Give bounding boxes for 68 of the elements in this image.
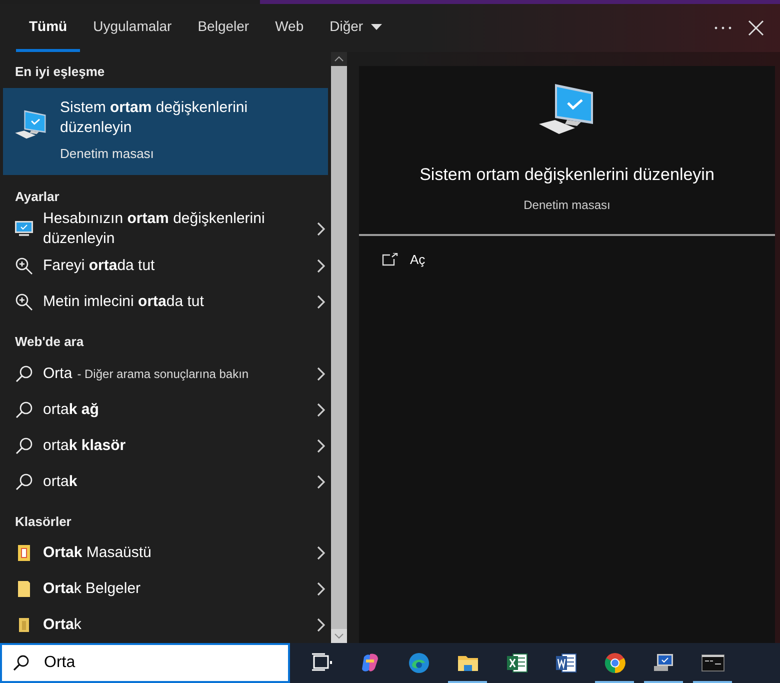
result-title: ortak ağ xyxy=(43,400,99,420)
chevron-right-icon xyxy=(317,546,325,560)
result-title: Orta xyxy=(43,364,72,384)
chevron-right-icon xyxy=(317,438,325,452)
result-item[interactable]: Ortak Masaüstü xyxy=(0,535,331,571)
chevron-right-icon xyxy=(317,402,325,416)
result-item[interactable]: Hesabınızın ortam değişkenlerini düzenleyin xyxy=(0,210,331,248)
result-title: Ortak Masaüstü xyxy=(43,543,152,563)
zoom-in-icon xyxy=(15,257,33,275)
open-external-icon xyxy=(382,252,398,266)
chevron-right-icon xyxy=(317,618,325,632)
browser-icon xyxy=(602,651,626,675)
preview-subtitle: Denetim masası xyxy=(524,196,610,214)
chevron-right-icon xyxy=(317,295,325,309)
result-item[interactable]: ortak klasör xyxy=(0,428,331,464)
chevron-right-icon xyxy=(317,222,325,236)
result-title: ortak xyxy=(43,472,78,492)
result-item[interactable]: Ortak xyxy=(0,607,331,643)
computer-icon xyxy=(14,108,48,142)
result-title: Sistem ortam değişkenlerini düzenleyin xyxy=(60,98,249,138)
document-icon xyxy=(554,651,578,675)
open-action[interactable]: Aç xyxy=(359,236,775,283)
zoom-in-icon xyxy=(15,293,33,311)
result-subtitle: Denetim masası xyxy=(60,144,155,162)
close-icon[interactable] xyxy=(748,20,764,36)
result-item[interactable]: Ortak Belgeler xyxy=(0,571,331,607)
more-icon[interactable] xyxy=(714,26,732,30)
chevron-right-icon xyxy=(317,259,325,273)
spreadsheet-icon xyxy=(504,651,528,675)
search-icon xyxy=(15,400,33,418)
monitor-icon xyxy=(15,221,33,238)
result-item[interactable]: Metin imlecini ortada tut xyxy=(0,284,331,320)
result-title: Metin imlecini ortada tut xyxy=(43,292,204,312)
caret-icon xyxy=(371,24,382,30)
result-item[interactable]: Fareyi ortada tut xyxy=(0,248,331,284)
folder-icon xyxy=(17,544,31,562)
result-item[interactable]: Sistem ortam değişkenlerini düzenleyin Denetim masası xyxy=(3,88,328,175)
search-icon xyxy=(15,436,33,454)
edge-icon xyxy=(406,651,430,675)
tab[interactable]: Uygulamalar xyxy=(80,4,185,52)
section-heading: Ayarlar xyxy=(14,188,60,206)
section-heading: Klasörler xyxy=(14,512,72,530)
search-icon xyxy=(15,472,33,490)
tab[interactable]: Belgeler xyxy=(184,4,262,52)
result-hint: - Diğer arama sonuçlarına bakın xyxy=(77,366,249,382)
result-item[interactable]: ortak ağ xyxy=(0,392,331,428)
chevron-right-icon xyxy=(317,474,325,488)
chevron-right-icon xyxy=(317,582,325,596)
folder-icon xyxy=(17,580,31,598)
search-icon xyxy=(12,654,30,672)
chevron-right-icon xyxy=(317,366,325,380)
preview-title: Sistem ortam değişkenlerini düzenleyin xyxy=(420,164,714,186)
scrollbar[interactable] xyxy=(331,52,347,643)
folder-icon xyxy=(18,617,30,633)
section-heading: Web'de ara xyxy=(14,333,85,351)
result-title: Ortak xyxy=(43,615,82,635)
search-icon xyxy=(15,364,33,382)
tab[interactable]: Diğer xyxy=(316,4,396,52)
tab[interactable]: Web xyxy=(262,4,317,52)
scroll-up-icon[interactable] xyxy=(331,52,347,66)
result-title: ortak klasör xyxy=(43,436,126,456)
result-item[interactable]: ortak xyxy=(0,464,331,500)
search-field[interactable]: Orta xyxy=(0,643,290,683)
result-item[interactable]: Orta - Diğer arama sonuçlarına bakın xyxy=(0,356,331,392)
section-heading: En iyi eşleşme xyxy=(14,63,106,81)
result-title: Ortak Belgeler xyxy=(43,579,141,599)
result-title: Fareyi ortada tut xyxy=(43,256,155,276)
result-title: Hesabınızın ortam değişkenlerini düzenleyin xyxy=(43,209,266,250)
